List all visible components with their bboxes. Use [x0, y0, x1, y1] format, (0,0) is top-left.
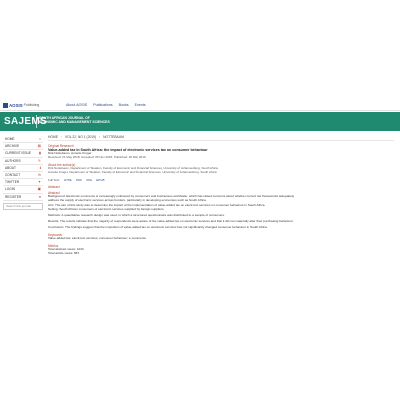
banner-divider — [36, 115, 37, 128]
sidebar-item-contact[interactable]: CONTACT ✉ — [3, 172, 43, 180]
journal-full-name: SOUTH AFRICAN JOURNAL OF ECONOMIC AND MA… — [39, 116, 159, 124]
author-affiliation-2: Annelie Kruger, Department of Taxation, … — [48, 169, 217, 174]
breadcrumb-current: NOTTEBAUM — [103, 135, 124, 139]
abstract-line-6: Results: The results indicate that the m… — [48, 219, 294, 224]
aosis-logo[interactable]: AOSIS Publishing — [3, 102, 39, 109]
browser-page: AOSIS Publishing About AOSIS Publication… — [0, 100, 400, 297]
sidebar-item-label: ARCHIVE — [5, 144, 20, 149]
logo-text: AOSIS — [9, 103, 23, 108]
sidebar-item-current-issue[interactable]: CURRENT ISSUE ▮ — [3, 150, 43, 158]
breadcrumb-separator-icon: › — [60, 135, 63, 139]
book-icon: ▮ — [39, 151, 41, 156]
xml-link[interactable]: XML — [86, 178, 92, 182]
abstract-line-2: address the supply of electronic service… — [48, 197, 207, 202]
sidebar-item-home[interactable]: HOME ⌂ — [3, 136, 43, 144]
sidebar-item-label: CURRENT ISSUE — [5, 151, 31, 156]
journal-banner: SAJEMS SOUTH AFRICAN JOURNAL OF ECONOMIC… — [0, 112, 400, 131]
sidebar-item-authors[interactable]: AUTHORS ✎ — [3, 158, 43, 165]
sidebar-item-label: LOGIN — [5, 187, 15, 192]
share-label: Abstract — [48, 184, 60, 189]
metrics-article-views: Total article views: 987 — [48, 250, 80, 255]
epub-link[interactable]: EPUB — [96, 178, 104, 182]
abstract-line-7: Conclusion: The findings suggest that th… — [48, 225, 268, 230]
sidebar-item-about[interactable]: ABOUT ℹ — [3, 165, 43, 172]
info-icon: ℹ — [39, 165, 41, 170]
breadcrumb-separator-icon: › — [99, 135, 101, 139]
lock-icon: ▣ — [37, 187, 41, 192]
breadcrumb: HOME › VOL 22, NO 1 (2019) › NOTTEBAUM — [48, 134, 394, 141]
logo-mark-icon — [3, 103, 8, 108]
sidebar-item-register[interactable]: REGISTER ● — [3, 194, 43, 201]
nav-link-events[interactable]: Events — [135, 102, 146, 109]
sidebar-menu: HOME ⌂ ARCHIVE ▤ CURRENT ISSUE ▮ AUTHORS ✎ A… — [3, 136, 43, 210]
sidebar-item-label: TWITTER — [5, 180, 20, 185]
search-placeholder: Search this journal — [6, 204, 31, 209]
user-icon: ● — [38, 194, 41, 199]
keywords-text: Value-added tax; electronic services; co… — [48, 235, 147, 240]
sidebar-item-label: CONTACT — [5, 173, 21, 178]
sidebar-item-label: HOME — [5, 137, 15, 142]
article-dates: Received: 21 May 2018; Accepted: 05 Nov … — [48, 155, 146, 160]
pdf-link[interactable]: PDF — [76, 178, 82, 182]
journal-name-line-2: ECONOMIC AND MANAGEMENT SCIENCES — [39, 120, 110, 125]
sidebar-item-label: REGISTER — [5, 194, 22, 199]
sidebar-item-archive[interactable]: ARCHIVE ▤ — [3, 143, 43, 151]
article-main: HOME › VOL 22, NO 1 (2019) › NOTTEBAUM O… — [48, 134, 394, 256]
abstract-line-5: Methods: A quantitative research design … — [48, 213, 225, 218]
top-nav-links: About AOSIS Publications Books Events — [66, 102, 146, 109]
breadcrumb-home[interactable]: HOME — [48, 135, 58, 139]
archive-icon: ▤ — [37, 144, 41, 149]
sidebar-search-box[interactable]: Search this journal — [3, 202, 43, 210]
top-navigation-bar: AOSIS Publishing About AOSIS Publication… — [0, 101, 400, 111]
twitter-icon: ✦ — [37, 180, 41, 185]
full-text-label: Full Text: — [48, 177, 60, 182]
nav-link-about[interactable]: About AOSIS — [66, 102, 87, 109]
logo-tagline: Publishing — [23, 103, 40, 107]
breadcrumb-issue[interactable]: VOL 22, NO 1 (2019) — [65, 135, 96, 139]
mail-icon: ✉ — [37, 173, 41, 178]
abstract-line-4: Setting: South African consumers of elec… — [48, 207, 165, 212]
home-icon: ⌂ — [38, 137, 41, 142]
nav-link-publications[interactable]: Publications — [93, 102, 112, 109]
html-link[interactable]: HTML — [64, 178, 72, 182]
sidebar-item-login[interactable]: LOGIN ▣ — [3, 186, 43, 194]
sidebar-item-label: AUTHORS — [5, 158, 21, 163]
pencil-icon: ✎ — [37, 158, 41, 163]
nav-link-books[interactable]: Books — [119, 102, 129, 109]
sidebar-item-twitter[interactable]: TWITTER ✦ — [3, 179, 43, 187]
full-text-links: Full Text: HTML PDF XML EPUB — [48, 178, 394, 182]
sidebar-item-label: ABOUT — [5, 165, 16, 170]
